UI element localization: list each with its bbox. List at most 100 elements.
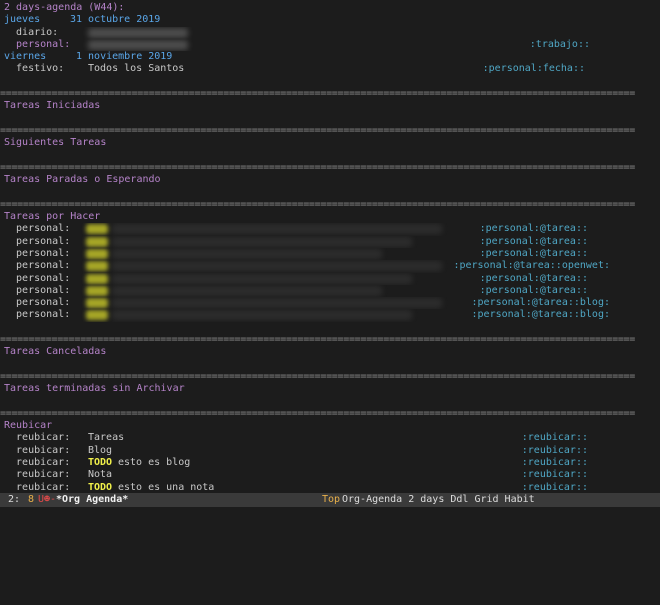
entry-category: personal: [4, 235, 71, 247]
tags: :reubicar:: [521, 469, 588, 481]
entry-category: diario: [4, 26, 59, 38]
section-heading[interactable]: Tareas Iniciadas [0, 100, 660, 112]
separator: ========================================… [0, 125, 660, 137]
tags: :personal:@tarea:: [479, 235, 588, 247]
separator: ========================================… [0, 199, 660, 211]
agenda-entry[interactable]: festivo: Todos los Santos:personal:fecha:… [0, 63, 660, 75]
entry-category: personal: [4, 38, 71, 50]
redacted-todo-keyword [86, 310, 108, 321]
agenda-entry[interactable]: personal::personal:@tarea:: [0, 223, 660, 235]
mode-line: 2: 8 U ☻- *Org Agenda* Top Org-Agenda 2 … [0, 493, 660, 507]
agenda-entry[interactable]: diario: [0, 27, 660, 39]
entry-category: reubicar: [4, 469, 71, 481]
redacted-entry-text [112, 261, 442, 272]
section-heading[interactable]: Tareas por Hacer [0, 211, 660, 223]
entry-text: Blog [88, 444, 113, 456]
tags: :trabajo:: [529, 38, 590, 50]
separator-rule: ========================================… [0, 88, 635, 100]
agenda-entry[interactable]: personal: :personal:@tarea:: [0, 236, 660, 248]
agenda-entry[interactable]: personal::personal:@tarea::blog: [0, 309, 660, 321]
redacted-todo-keyword [86, 298, 108, 309]
day-date: 31 octubre 2019 [70, 14, 161, 26]
redacted-entry-text [112, 310, 412, 321]
window-number: 2: [8, 494, 21, 505]
separator: ========================================… [0, 88, 660, 100]
redacted-todo-keyword [86, 224, 108, 235]
entry-category: reubicar: [4, 456, 71, 468]
agenda-entry[interactable]: reubicar: Tareas:reubicar:: [0, 432, 660, 444]
day-heading[interactable]: viernes 1 noviembre 2019 [0, 51, 660, 63]
entry-text: Todos los Santos [88, 63, 185, 75]
section-title: Tareas terminadas sin Archivar [4, 383, 185, 395]
entry-category: personal: [4, 247, 71, 259]
separator-rule: ========================================… [0, 334, 635, 346]
tags: :personal:fecha:: [482, 63, 585, 75]
separator-rule: ========================================… [0, 161, 635, 173]
scroll-position: Top [322, 494, 341, 505]
day-heading[interactable]: jueves 31 octubre 2019 [0, 14, 660, 26]
separator: ========================================… [0, 162, 660, 174]
section-heading[interactable]: Tareas Canceladas [0, 346, 660, 358]
separator-rule: ========================================… [0, 198, 635, 210]
agenda-entry[interactable]: personal: :personal:@tarea:: [0, 285, 660, 297]
redacted-entry-text [88, 39, 188, 50]
agenda-buffer[interactable]: 2 days-agenda (W44): jueves 31 octubre 201… [0, 2, 660, 494]
redacted-todo-keyword [86, 285, 108, 296]
section-title: Reubicar [4, 420, 53, 432]
entry-category: personal: [4, 260, 71, 272]
day-name: jueves [4, 14, 41, 26]
separator-rule: ========================================… [0, 370, 635, 382]
tags: :reubicar:: [521, 456, 588, 468]
echo-area[interactable] [0, 507, 660, 515]
entry-category: personal: [4, 297, 71, 309]
section-heading[interactable]: Tareas terminadas sin Archivar [0, 383, 660, 395]
separator-rule: ========================================… [0, 407, 635, 419]
agenda-entry[interactable]: reubicar: Blog:reubicar:: [0, 445, 660, 457]
entry-category: reubicar: [4, 432, 71, 444]
separator-rule: ========================================… [0, 124, 635, 136]
agenda-header: 2 days-agenda (W44): [0, 2, 660, 14]
line-count: 8 [28, 494, 35, 505]
section-heading[interactable]: Tareas Paradas o Esperando [0, 174, 660, 186]
buffer-name[interactable]: *Org Agenda* [56, 493, 128, 507]
separator: ========================================… [0, 334, 660, 346]
agenda-entry[interactable]: personal: :trabajo:: [0, 39, 660, 51]
agenda-title: 2 days-agenda (W44): [4, 2, 125, 13]
separator: ========================================… [0, 371, 660, 383]
day-date: 1 noviembre 2019 [76, 51, 173, 63]
agenda-entry[interactable]: personal: :personal:@tarea::openwet: [0, 260, 660, 272]
section-title: Tareas por Hacer [4, 211, 101, 223]
tags: :personal:@tarea::blog: [471, 297, 610, 309]
entry-category: personal: [4, 284, 71, 296]
redacted-entry-text [112, 236, 412, 247]
redacted-entry-text [88, 27, 188, 38]
section-title: Tareas Canceladas [4, 346, 107, 358]
section-heading[interactable]: Siguientes Tareas [0, 137, 660, 149]
redacted-todo-keyword [86, 236, 108, 247]
tags: :personal:@tarea:: [479, 284, 588, 296]
redacted-todo-keyword [86, 248, 108, 259]
entry-category: reubicar: [4, 444, 71, 456]
agenda-entry[interactable]: reubicar: TODO esto es blog:reubicar:: [0, 457, 660, 469]
redacted-entry-text [112, 248, 382, 259]
section-heading[interactable]: Reubicar [0, 420, 660, 432]
agenda-entry[interactable]: personal: :personal:@tarea::blog: [0, 297, 660, 309]
redacted-todo-keyword [86, 273, 108, 284]
tags: :personal:@tarea:: [479, 247, 588, 259]
major-modes[interactable]: Org-Agenda 2 days Ddl Grid Habit [342, 493, 535, 507]
day-name: viernes [4, 51, 47, 63]
section-title: Tareas Paradas o Esperando [4, 174, 161, 186]
section-title: Siguientes Tareas [4, 137, 107, 149]
agenda-entry[interactable]: personal: :personal:@tarea:: [0, 248, 660, 260]
tags: :personal:@tarea:: [479, 272, 588, 284]
tags: :personal:@tarea::openwet: [453, 260, 610, 272]
agenda-entry[interactable]: reubicar: Nota:reubicar:: [0, 469, 660, 481]
agenda-entry[interactable]: personal::personal:@tarea:: [0, 273, 660, 285]
redacted-entry-text [112, 273, 412, 284]
